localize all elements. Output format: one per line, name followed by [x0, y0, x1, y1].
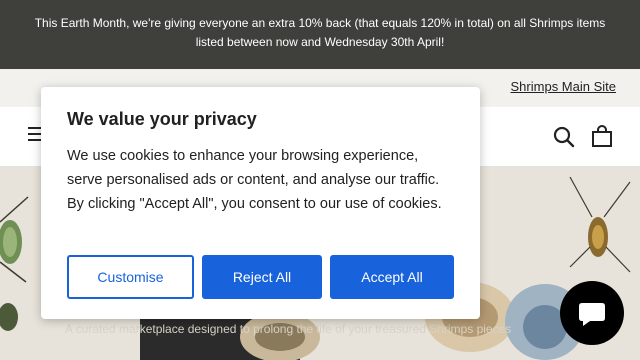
cookie-title: We value your privacy: [67, 109, 257, 129]
announcement-text: This Earth Month, we're giving everyone …: [34, 16, 606, 49]
search-icon[interactable]: [553, 126, 575, 148]
announcement-bar: This Earth Month, we're giving everyone …: [0, 0, 640, 69]
shopping-bag-icon[interactable]: [590, 124, 614, 148]
reject-all-button[interactable]: Reject All: [202, 255, 322, 299]
accept-all-button[interactable]: Accept All: [330, 255, 454, 299]
customise-button[interactable]: Customise: [67, 255, 194, 299]
hero-tagline: A curated marketplace designed to prolon…: [65, 322, 512, 336]
cookie-consent-modal: We value your privacy We use cookies to …: [41, 87, 480, 319]
cookie-button-group: Customise Reject All Accept All: [67, 255, 454, 299]
chat-icon: [579, 303, 605, 326]
chat-launcher-button[interactable]: [560, 281, 624, 345]
cookie-description: We use cookies to enhance your browsing …: [67, 148, 442, 212]
main-site-link[interactable]: Shrimps Main Site: [511, 79, 616, 94]
